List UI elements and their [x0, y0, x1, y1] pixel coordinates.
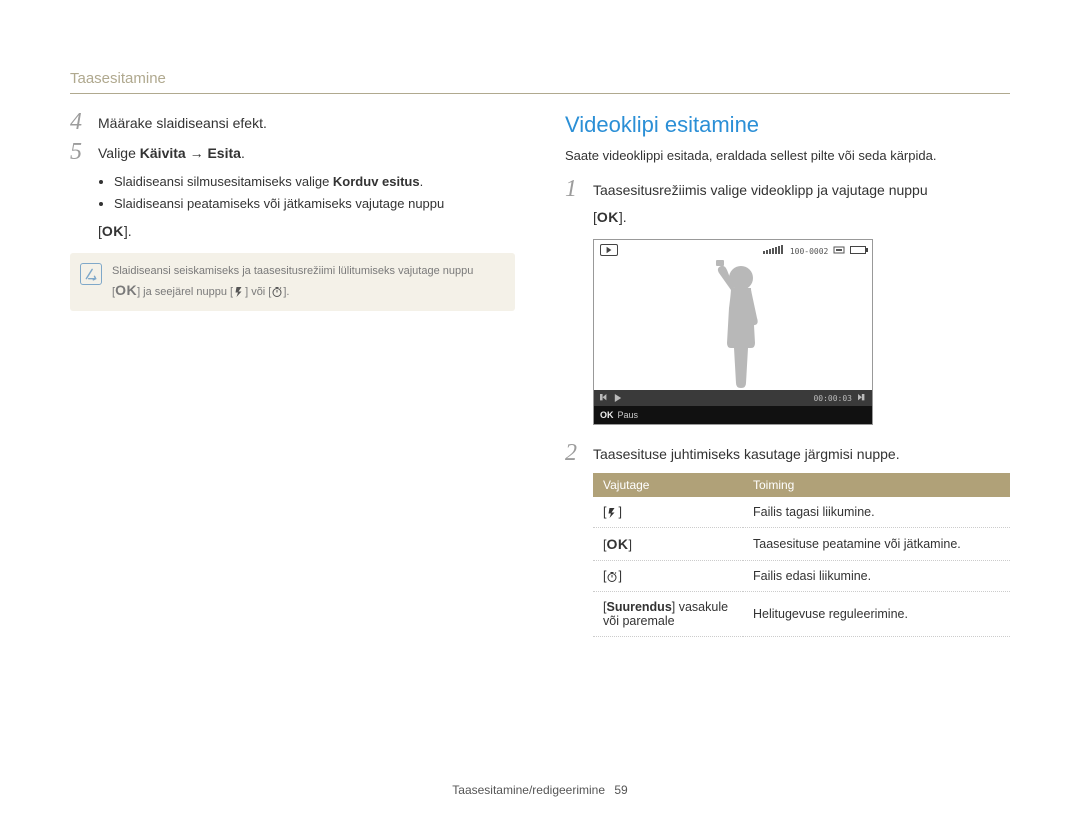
step-2: 2 Taasesituse juhtimiseks kasutage järgm…	[565, 443, 1010, 465]
key-cell: []	[593, 497, 743, 528]
paus-label: Paus	[618, 410, 639, 420]
step-number: 5	[70, 140, 98, 164]
rewind-icon	[600, 394, 608, 402]
manual-page: Taasesitamine 4 Määrake slaidiseansi efe…	[70, 70, 1010, 775]
ok-icon: OK	[597, 209, 619, 225]
action-cell: Taasesituse peatamine või jätkamine.	[743, 528, 1010, 561]
section-title: Taasesitamine	[70, 70, 1010, 87]
subsection-heading: Videoklipi esitamine	[565, 112, 1010, 138]
video-controls: 00:00:03	[594, 390, 872, 406]
battery-icon	[850, 246, 866, 254]
video-meta: 100-0002	[763, 244, 866, 256]
table-row: [OK] Taasesituse peatamine või jätkamine…	[593, 528, 1010, 561]
ok-icon: OK	[115, 282, 137, 298]
page-footer: Taasesitamine/redigeerimine 59	[0, 783, 1080, 797]
step-text: Määrake slaidiseansi efekt.	[98, 112, 267, 134]
ok-icon: OK	[102, 223, 124, 239]
play-mode-icon	[600, 244, 618, 256]
signal-icon	[763, 244, 785, 256]
intro-text: Saate videoklippi esitada, eraldada sell…	[565, 148, 1010, 163]
bullet-item: Slaidiseansi peatamiseks või jätkamiseks…	[114, 194, 515, 214]
play-icon	[614, 394, 622, 402]
divider	[70, 93, 1010, 94]
note-box: Slaidiseansi seiskamiseks ja taasesitusr…	[70, 253, 515, 311]
right-column: Videoklipi esitamine Saate videoklippi e…	[565, 112, 1010, 637]
action-cell: Failis tagasi liikumine.	[743, 497, 1010, 528]
video-screen: 100-0002	[594, 240, 872, 390]
bullet-list: Slaidiseansi silmusesitamiseks valige Ko…	[70, 172, 515, 213]
video-topbar: 100-0002	[600, 244, 866, 256]
timer-icon	[271, 286, 283, 298]
key-cell: []	[593, 561, 743, 592]
flash-icon	[606, 507, 618, 519]
table-row: [] Failis edasi liikumine.	[593, 561, 1010, 592]
step-number: 4	[70, 110, 98, 134]
step-text: Taasesitusrežiimis valige videoklipp ja …	[593, 179, 928, 201]
step-number: 2	[565, 441, 593, 465]
timecode: 00:00:03	[813, 394, 852, 403]
table-header: Vajutage	[593, 473, 743, 497]
flash-icon	[233, 286, 245, 298]
key-cell: [Suurendus] vasakule või paremale	[593, 592, 743, 637]
key-cell: [OK]	[593, 528, 743, 561]
ok-button-line: [OK].	[565, 209, 1010, 225]
table-header: Toiming	[743, 473, 1010, 497]
step-text: Taasesituse juhtimiseks kasutage järgmis…	[593, 443, 900, 465]
left-column: 4 Määrake slaidiseansi efekt. 5 Valige K…	[70, 112, 515, 637]
table-row: [] Failis tagasi liikumine.	[593, 497, 1010, 528]
video-statusbar: OK Paus	[594, 406, 872, 424]
bullet-item: Slaidiseansi silmusesitamiseks valige Ko…	[114, 172, 515, 192]
ok-label: OK	[600, 410, 614, 420]
step-5: 5 Valige Käivita → Esita.	[70, 142, 515, 164]
note-icon	[80, 263, 102, 285]
video-player-figure: 100-0002	[593, 239, 873, 425]
ok-button-line: [OK].	[70, 223, 515, 239]
footer-text: Taasesitamine/redigeerimine	[452, 783, 605, 797]
action-cell: Failis edasi liikumine.	[743, 561, 1010, 592]
file-counter: 100-0002	[790, 247, 829, 256]
table-row: [Suurendus] vasakule või paremale Helitu…	[593, 592, 1010, 637]
page-number: 59	[614, 783, 627, 797]
controls-table: Vajutage Toiming [] Failis tagasi liikum…	[593, 473, 1010, 637]
step-number: 1	[565, 177, 593, 201]
two-column-layout: 4 Määrake slaidiseansi efekt. 5 Valige K…	[70, 112, 1010, 637]
ok-icon: OK	[606, 536, 628, 552]
action-cell: Helitugevuse reguleerimine.	[743, 592, 1010, 637]
step-1: 1 Taasesitusrežiimis valige videoklipp j…	[565, 179, 1010, 201]
forward-icon	[858, 394, 866, 402]
step-4: 4 Määrake slaidiseansi efekt.	[70, 112, 515, 134]
step-text: Valige Käivita → Esita.	[98, 142, 245, 164]
person-silhouette	[701, 258, 781, 390]
card-icon	[833, 246, 845, 254]
timer-icon	[606, 571, 618, 583]
